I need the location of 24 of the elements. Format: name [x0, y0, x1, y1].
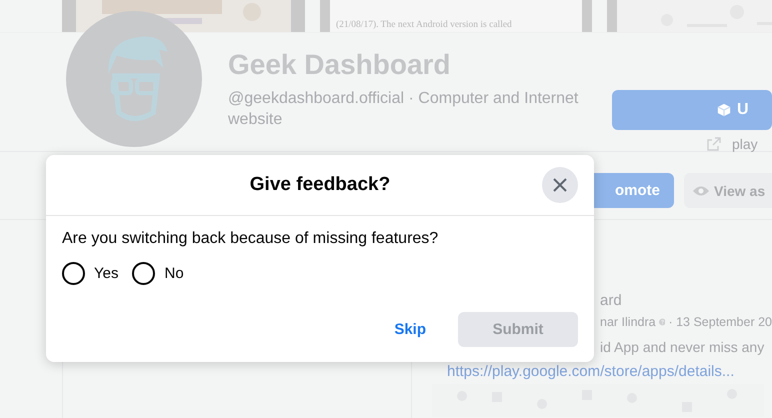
- option-label: No: [164, 265, 184, 282]
- avatar-icon: [66, 11, 202, 147]
- external-link-icon: [706, 136, 722, 152]
- skip-button[interactable]: Skip: [382, 313, 438, 346]
- post-date: · 13 September 20: [668, 315, 772, 329]
- website-link[interactable]: play: [732, 136, 758, 152]
- dialog-title: Give feedback?: [250, 174, 390, 196]
- page-subtitle: @geekdashboard.official · Computer and Internet website: [228, 89, 580, 130]
- close-icon: [552, 177, 568, 193]
- post-byline: nar Ilindra: [600, 315, 656, 329]
- help-icon: [658, 316, 666, 328]
- question-text: Are you switching back because of missing features?: [62, 230, 440, 248]
- option-label: Yes: [94, 265, 118, 282]
- eye-icon: [692, 184, 710, 196]
- post-link[interactable]: https://play.google.com/store/apps/details...: [432, 363, 772, 380]
- close-button[interactable]: [542, 167, 578, 203]
- post-author: ard: [599, 292, 623, 309]
- cube-icon: [717, 103, 731, 117]
- post-snippet: (21/08/17). The next Android version is called: [336, 20, 512, 30]
- post-text: id App and never miss any: [599, 339, 766, 355]
- primary-button[interactable]: U: [612, 90, 772, 130]
- radio-button[interactable]: [132, 262, 156, 285]
- action-button[interactable]: View as: [684, 173, 772, 208]
- radio-button[interactable]: [62, 262, 85, 285]
